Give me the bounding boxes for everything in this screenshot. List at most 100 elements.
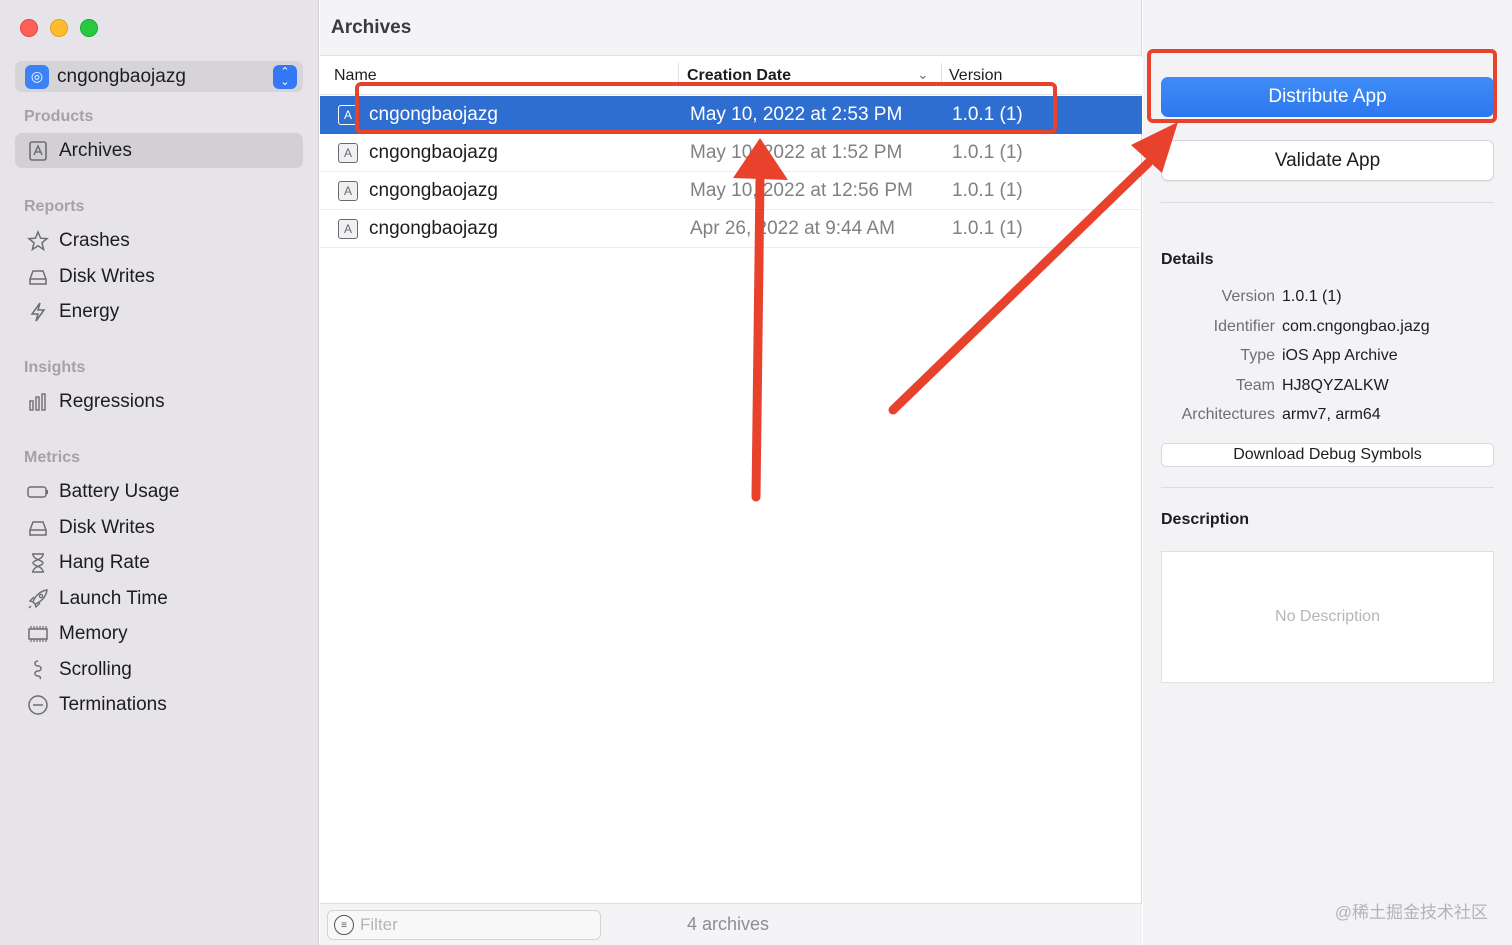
divider bbox=[1161, 487, 1494, 488]
sidebar-item-launch-time[interactable]: Launch Time bbox=[15, 581, 303, 616]
table-row[interactable]: A cngongbaojazg May 10, 2022 at 2:53 PM … bbox=[320, 96, 1142, 134]
sidebar: ◎ cngongbaojazg ⌃ ⌄ Products Archives Rep… bbox=[0, 0, 319, 945]
hourglass-icon bbox=[26, 551, 50, 575]
column-divider[interactable] bbox=[678, 63, 679, 87]
sidebar-item-regressions[interactable]: Regressions bbox=[15, 384, 303, 419]
detail-key: Team bbox=[1235, 377, 1275, 394]
sidebar-item-label: Battery Usage bbox=[59, 480, 180, 502]
detail-value: 1.0.1 (1) bbox=[1282, 288, 1342, 305]
disk-icon bbox=[26, 516, 50, 540]
close-window-button[interactable] bbox=[20, 19, 38, 37]
archive-name: cngongbaojazg bbox=[369, 218, 498, 239]
detail-value: com.cngongbao.jazg bbox=[1282, 318, 1430, 335]
sidebar-item-terminations[interactable]: Terminations bbox=[15, 687, 303, 722]
archive-date: Apr 26, 2022 at 9:44 AM bbox=[690, 218, 895, 239]
detail-key: Identifier bbox=[1213, 318, 1275, 335]
sidebar-item-label: Disk Writes bbox=[59, 265, 155, 287]
sidebar-item-label: Launch Time bbox=[59, 587, 168, 609]
table-header: Name Creation Date ⌄ Version bbox=[320, 57, 1142, 95]
column-header-creation-date[interactable]: Creation Date bbox=[687, 67, 791, 85]
crash-star-icon bbox=[26, 229, 50, 253]
app-archive-icon: A bbox=[338, 219, 358, 239]
sidebar-item-archives[interactable]: Archives bbox=[15, 133, 303, 168]
archives-footer: ≡ 4 archives bbox=[320, 903, 1142, 945]
table-row[interactable]: A cngongbaojazg May 10, 2022 at 12:56 PM… bbox=[320, 172, 1142, 210]
sidebar-item-label: Disk Writes bbox=[59, 516, 155, 538]
archive-date: May 10, 2022 at 1:52 PM bbox=[690, 142, 903, 163]
table-row[interactable]: A cngongbaojazg Apr 26, 2022 at 9:44 AM … bbox=[320, 210, 1142, 248]
archives-panel: Archives Name Creation Date ⌄ Version A … bbox=[320, 0, 1142, 945]
section-metrics: Metrics bbox=[24, 449, 81, 466]
detail-key: Type bbox=[1240, 347, 1275, 364]
column-header-name[interactable]: Name bbox=[334, 67, 377, 85]
archive-version: 1.0.1 (1) bbox=[952, 180, 1023, 201]
archive-count: 4 archives bbox=[687, 914, 770, 934]
archive-version: 1.0.1 (1) bbox=[952, 218, 1023, 239]
sidebar-item-crashes[interactable]: Crashes bbox=[15, 223, 303, 258]
archive-version: 1.0.1 (1) bbox=[952, 104, 1023, 125]
archive-date: May 10, 2022 at 12:56 PM bbox=[690, 180, 913, 201]
chevron-up-down-icon[interactable]: ⌃ ⌄ bbox=[273, 64, 297, 89]
disk-icon bbox=[26, 265, 50, 289]
archive-version: 1.0.1 (1) bbox=[952, 142, 1023, 163]
divider bbox=[1161, 202, 1494, 203]
project-app-icon: ◎ bbox=[25, 64, 49, 89]
table-row[interactable]: A cngongbaojazg May 10, 2022 at 1:52 PM … bbox=[320, 134, 1142, 172]
archive-name: cngongbaojazg bbox=[369, 142, 498, 163]
inspector-panel: Distribute App Validate App Details Vers… bbox=[1143, 0, 1512, 945]
sidebar-item-label: Crashes bbox=[59, 229, 130, 251]
app-archive-icon: A bbox=[338, 181, 358, 201]
archives-table: A cngongbaojazg May 10, 2022 at 2:53 PM … bbox=[320, 96, 1142, 248]
section-products: Products bbox=[24, 108, 94, 125]
sort-descending-icon[interactable]: ⌄ bbox=[917, 66, 929, 83]
description-field[interactable]: No Description bbox=[1161, 551, 1494, 683]
battery-icon bbox=[26, 480, 50, 504]
zoom-window-button[interactable] bbox=[80, 19, 98, 37]
sidebar-item-hang-rate[interactable]: Hang Rate bbox=[15, 545, 303, 580]
sidebar-item-battery-usage[interactable]: Battery Usage bbox=[15, 474, 303, 509]
detail-value: armv7, arm64 bbox=[1282, 406, 1381, 423]
sidebar-item-label: Regressions bbox=[59, 390, 165, 412]
sidebar-item-energy[interactable]: Energy bbox=[15, 294, 303, 329]
sidebar-item-memory[interactable]: Memory bbox=[15, 616, 303, 651]
app-archive-icon: A bbox=[338, 143, 358, 163]
archive-name: cngongbaojazg bbox=[369, 180, 498, 201]
filter-icon: ≡ bbox=[334, 915, 354, 935]
sidebar-item-scrolling[interactable]: Scrolling bbox=[15, 652, 303, 687]
window-controls bbox=[20, 19, 98, 37]
bolt-icon bbox=[26, 300, 50, 324]
minimize-window-button[interactable] bbox=[50, 19, 68, 37]
sidebar-item-disk-writes[interactable]: Disk Writes bbox=[15, 510, 303, 545]
sidebar-item-disk-writes-report[interactable]: Disk Writes bbox=[15, 259, 303, 294]
rocket-icon bbox=[26, 587, 50, 611]
archive-date: May 10, 2022 at 2:53 PM bbox=[690, 104, 903, 125]
archive-name: cngongbaojazg bbox=[369, 104, 498, 125]
detail-value: HJ8QYZALKW bbox=[1282, 377, 1389, 394]
page-title: Archives bbox=[331, 17, 412, 38]
description-placeholder: No Description bbox=[1275, 608, 1380, 625]
sidebar-item-label: Terminations bbox=[59, 693, 167, 715]
description-heading: Description bbox=[1161, 511, 1250, 528]
column-header-version[interactable]: Version bbox=[949, 67, 1002, 85]
watermark: @稀土掘金技术社区 bbox=[1334, 903, 1488, 922]
detail-key: Architectures bbox=[1181, 406, 1275, 423]
sidebar-item-label: Energy bbox=[59, 300, 120, 322]
minus-circle-icon bbox=[26, 693, 50, 717]
detail-value: iOS App Archive bbox=[1282, 347, 1398, 364]
memory-chip-icon bbox=[26, 622, 50, 646]
validate-app-button[interactable]: Validate App bbox=[1161, 140, 1494, 181]
filter-field[interactable]: ≡ bbox=[327, 910, 601, 940]
section-reports: Reports bbox=[24, 198, 85, 215]
sidebar-item-label: Memory bbox=[59, 622, 128, 644]
column-divider[interactable] bbox=[941, 63, 942, 87]
project-selector[interactable]: ◎ cngongbaojazg ⌃ ⌄ bbox=[15, 61, 303, 92]
distribute-app-button[interactable]: Distribute App bbox=[1161, 77, 1494, 117]
archives-header: Archives bbox=[320, 0, 1141, 56]
detail-key: Version bbox=[1221, 288, 1275, 305]
sidebar-item-label: Archives bbox=[59, 139, 132, 161]
filter-input[interactable] bbox=[360, 915, 580, 935]
section-insights: Insights bbox=[24, 359, 86, 376]
archive-icon bbox=[26, 139, 50, 163]
download-debug-symbols-button[interactable]: Download Debug Symbols bbox=[1161, 443, 1494, 467]
project-name: cngongbaojazg bbox=[57, 65, 186, 87]
